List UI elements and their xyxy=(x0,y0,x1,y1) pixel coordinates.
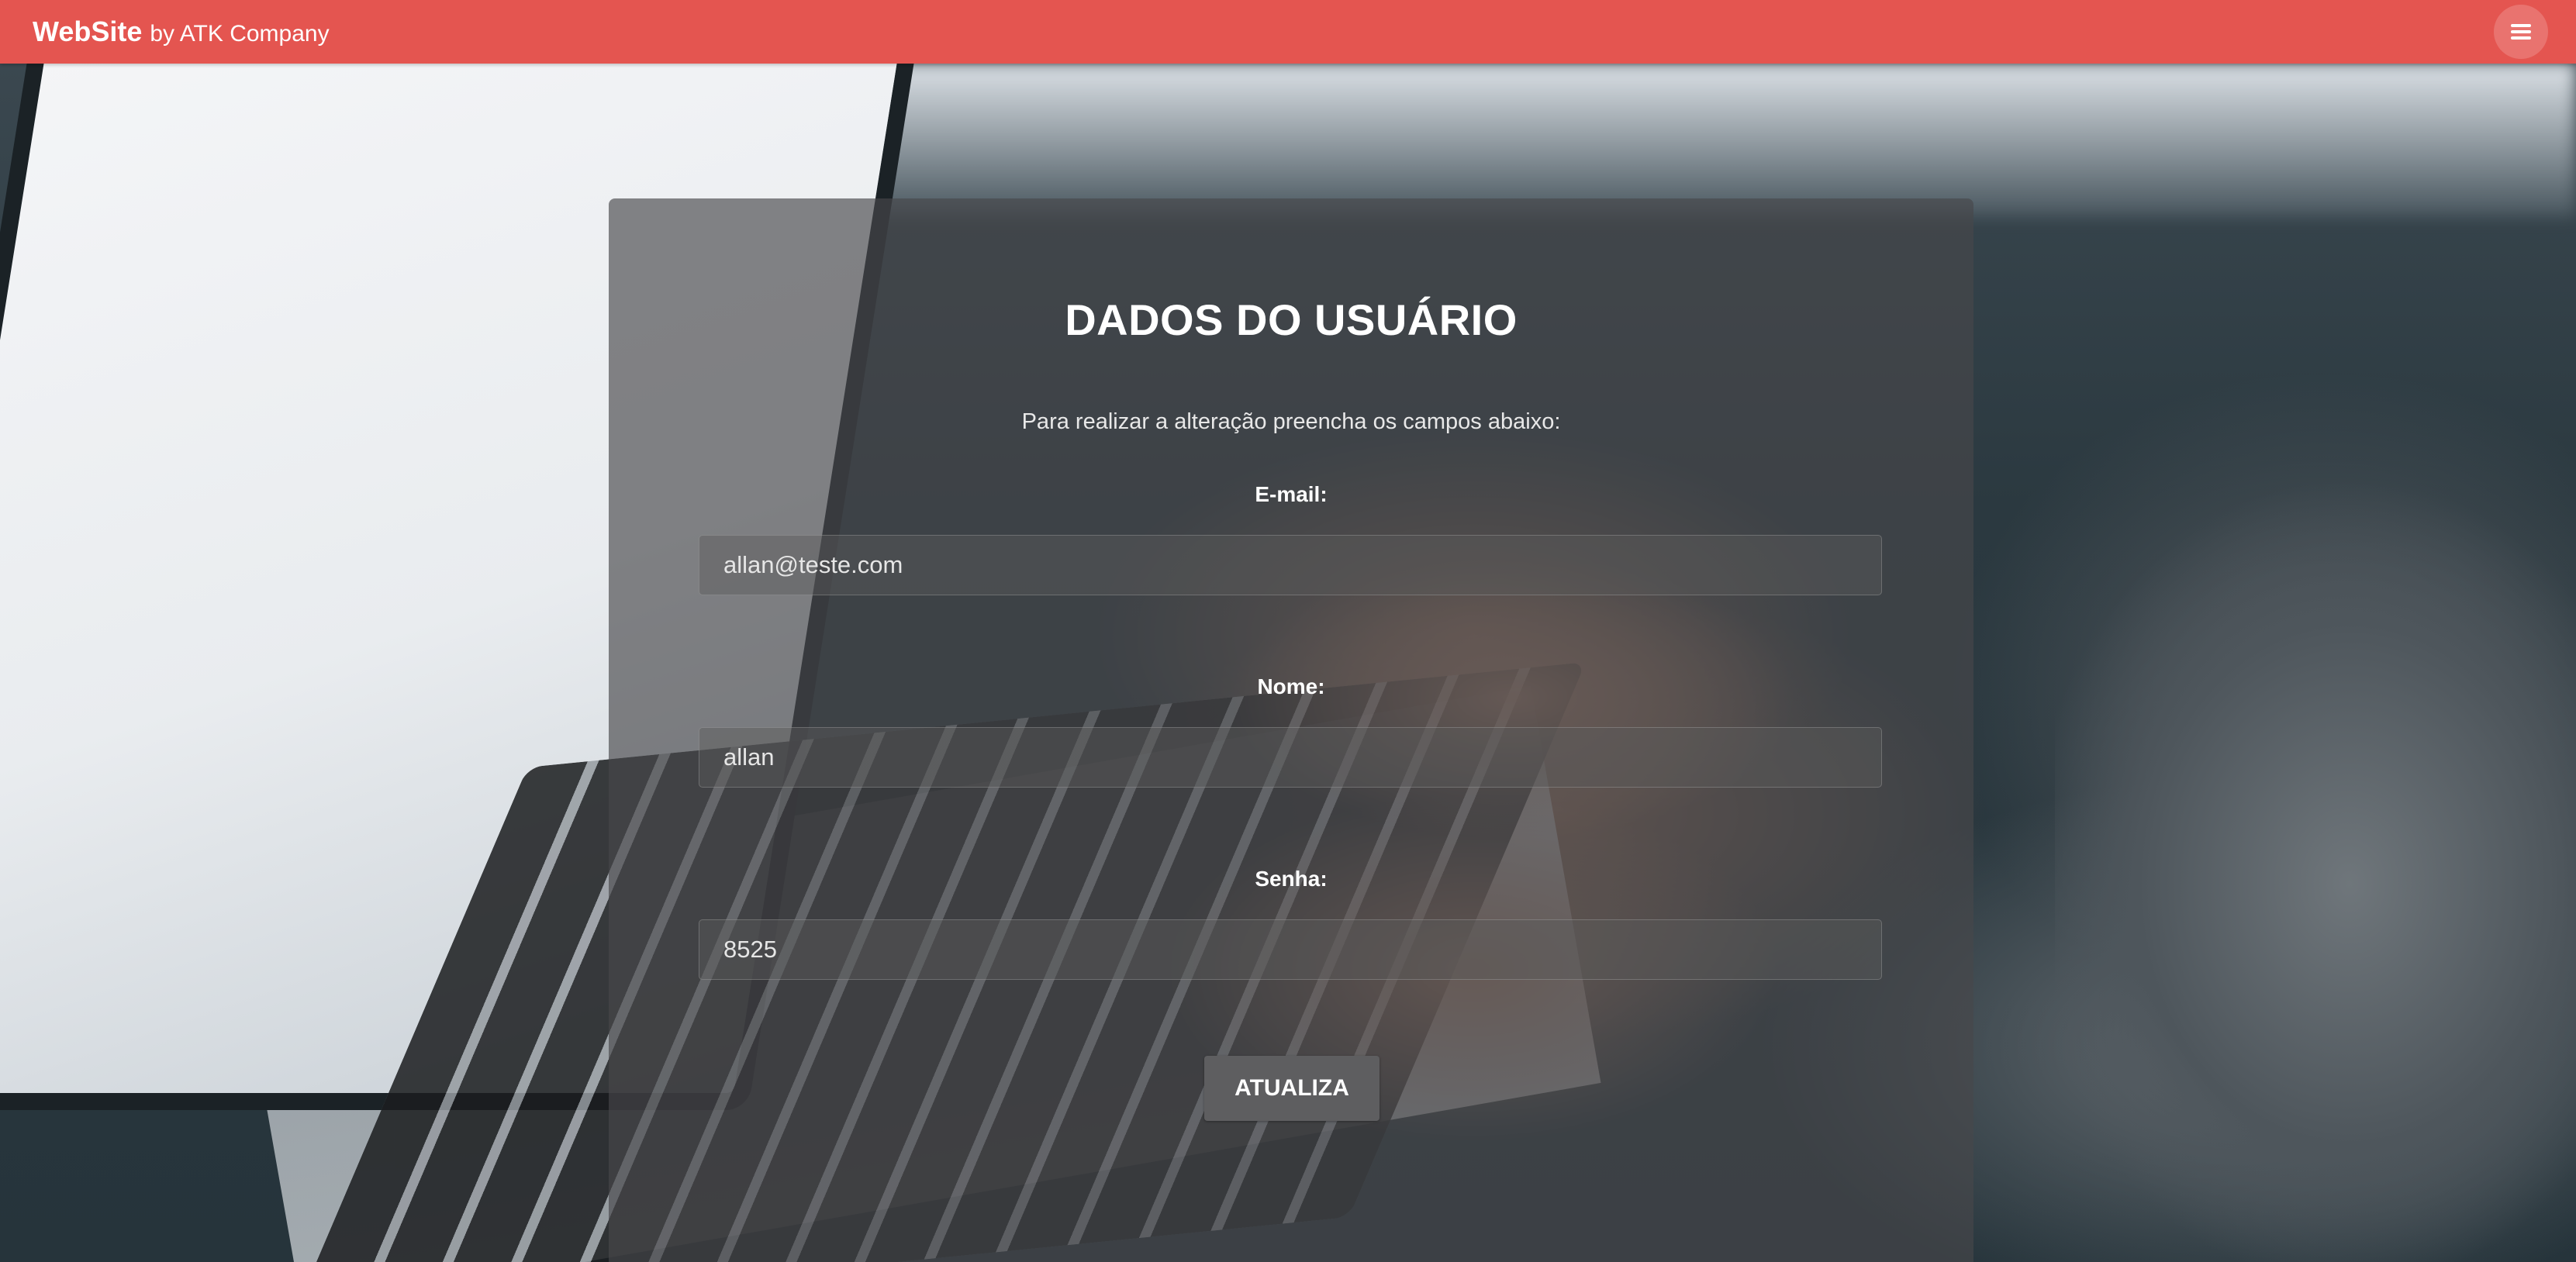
menu-button[interactable] xyxy=(2494,5,2548,59)
password-field[interactable] xyxy=(699,919,1882,980)
email-label: E-mail: xyxy=(1255,482,1328,506)
background-monitor-glow xyxy=(853,62,2576,217)
brand[interactable]: WebSite by ATK Company xyxy=(33,16,330,48)
page-title: DADOS DO USUÁRIO xyxy=(1065,295,1518,344)
hamburger-menu-icon xyxy=(2511,23,2531,40)
form-instructions: Para realizar a alteração preencha os ca… xyxy=(1021,409,1561,434)
brand-name: WebSite xyxy=(33,16,143,47)
update-button[interactable]: ATUALIZA xyxy=(1204,1056,1380,1121)
brand-company: by ATK Company xyxy=(150,21,330,47)
user-data-card: DADOS DO USUÁRIO Para realizar a alteraç… xyxy=(609,198,1973,1262)
background-sleeve xyxy=(2055,481,2576,1262)
top-navbar: WebSite by ATK Company xyxy=(0,0,2576,64)
name-label: Nome: xyxy=(1257,674,1325,698)
name-field[interactable] xyxy=(699,727,1882,788)
email-field[interactable] xyxy=(699,535,1882,595)
password-label: Senha: xyxy=(1255,867,1328,891)
